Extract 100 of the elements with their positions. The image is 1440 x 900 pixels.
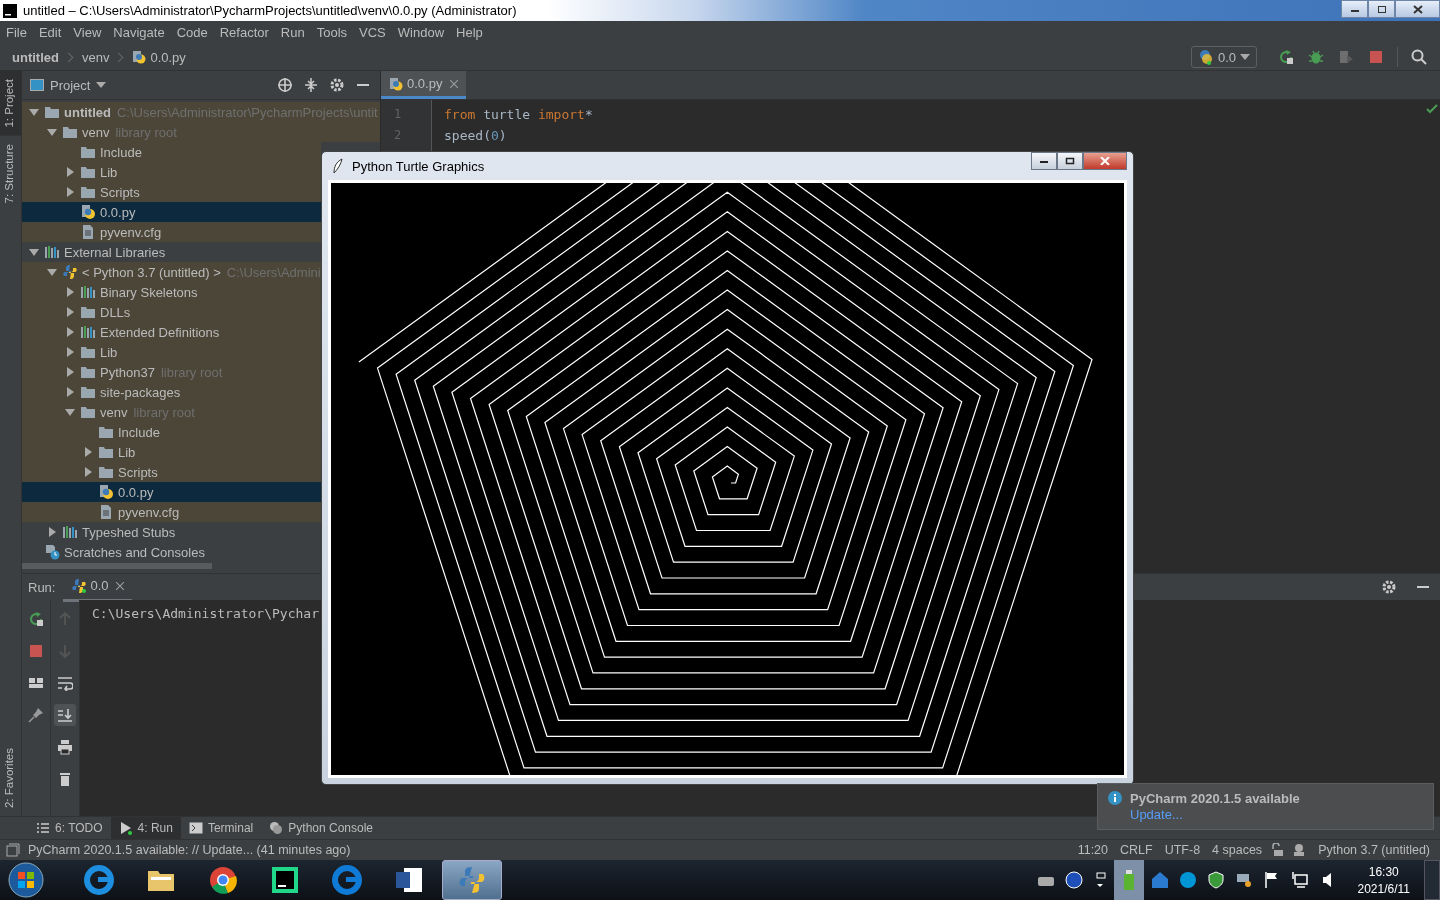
tree-item[interactable]: 0.0.py [22,482,321,502]
tree-item-label: Scratches and Consoles [64,544,205,560]
menu-item[interactable]: Help [456,25,483,40]
maximize-button[interactable] [1057,152,1083,170]
collapsed-arrow-icon[interactable] [65,387,75,397]
menu-item[interactable]: Window [397,25,445,40]
tree-item[interactable]: Extended Definitions [22,322,321,342]
menu-item[interactable]: Refactor [219,25,269,40]
network-key-icon[interactable] [1234,871,1253,889]
menu-item[interactable]: Code [176,25,208,40]
close-icon[interactable] [450,79,459,88]
search-icon[interactable] [1411,49,1427,65]
tool-window-tab[interactable]: 4: Run [110,817,181,839]
close-button[interactable] [1395,0,1440,18]
tree-item[interactable]: Typeshed Stubs [22,522,321,542]
status-item[interactable]: UTF-8 [1164,843,1201,857]
frame-icon[interactable] [6,843,20,857]
rerun-icon[interactable] [1278,49,1294,65]
collapsed-arrow-icon[interactable] [65,327,75,337]
collapsed-arrow-icon[interactable] [65,187,75,197]
breadcrumb[interactable]: venv [81,49,110,65]
tree-item[interactable]: pyvenv.cfg [22,222,321,242]
menu-item[interactable]: VCS [359,25,386,40]
tree-item[interactable]: Include [22,422,321,442]
collapsed-arrow-icon[interactable] [83,467,93,477]
tool-window-tab[interactable]: Python Console [261,817,382,839]
tree-item[interactable]: Lib [22,342,321,362]
update-link[interactable]: Update... [1130,807,1300,822]
tree-item[interactable]: Binary Skeletons [22,282,321,302]
clock-time[interactable]: 16:30 [1368,864,1399,879]
side-tab[interactable]: 1: Project [0,71,21,136]
collapsed-arrow-icon[interactable] [83,447,93,457]
unlocked-padlock-icon[interactable] [1270,843,1285,857]
tree-item-label: Include [118,424,160,440]
tree-item[interactable]: Scripts [22,462,321,482]
side-tab[interactable]: 2: Favorites [0,739,21,816]
stop-icon[interactable] [1368,49,1384,65]
collapsed-arrow-icon[interactable] [65,307,75,317]
breadcrumb[interactable]: 0.0.py [150,49,186,65]
close-button[interactable] [1083,152,1127,170]
status-message[interactable]: PyCharm 2020.1.5 available: // Update... (41 minutes ago) [28,843,351,857]
maximize-button[interactable] [1368,0,1395,18]
collapse-icon[interactable] [303,77,319,93]
tool-window-tab[interactable]: 6: TODO [28,817,111,839]
interpreter-status[interactable]: Python 3.7 (untitled) [1318,843,1430,857]
menu-item[interactable]: Tools [316,25,348,40]
status-item[interactable]: CRLF [1120,843,1153,857]
folder-icon [62,124,78,140]
menu-item[interactable]: View [73,25,102,40]
editor-tab[interactable]: 0.0.py [381,71,467,99]
close-icon[interactable] [115,581,124,590]
shield-icon[interactable] [1206,871,1225,889]
crosshair-icon[interactable] [277,77,293,93]
menu-item[interactable]: File [6,25,27,40]
project-view-dropdown[interactable]: Project [30,77,107,93]
collapsed-arrow-icon[interactable] [65,347,75,357]
clock-date[interactable]: 2021/6/11 [1357,881,1410,896]
expanded-arrow-icon[interactable] [29,247,39,257]
expanded-arrow-icon[interactable] [47,127,57,137]
scrollbar-thumb[interactable] [22,563,212,569]
status-item[interactable]: 11:20 [1077,843,1108,857]
tree-item[interactable]: Lib [22,162,321,182]
house-icon[interactable] [1150,871,1169,889]
minimize-button[interactable] [1341,0,1368,18]
expanded-arrow-icon[interactable] [65,407,75,417]
settings-icon[interactable] [1381,579,1397,595]
side-tab[interactable]: 7: Structure [0,135,21,212]
minimize-button[interactable] [1031,152,1057,170]
scroll-to-end-icon[interactable] [54,704,76,726]
python-file-icon [132,50,147,64]
circle-logo-icon[interactable] [1178,871,1197,889]
close-icon [1412,4,1423,14]
bug-icon[interactable] [1308,49,1324,65]
tree-item[interactable]: site-packages [22,382,321,402]
status-item[interactable]: 4 spaces [1212,843,1263,857]
run-configuration-dropdown[interactable]: 0.0 [1190,46,1257,68]
tree-item[interactable]: pyvenv.cfg [22,502,321,522]
menu-item[interactable]: Navigate [113,25,165,40]
breadcrumb[interactable]: untitled [12,49,59,65]
tree-item[interactable]: External Libraries [22,242,321,262]
tree-item[interactable]: Scripts [22,182,321,202]
inspector-icon[interactable] [1292,843,1307,857]
collapsed-arrow-icon[interactable] [65,287,75,297]
collapsed-arrow-icon[interactable] [65,367,75,377]
tree-item[interactable]: Include [22,142,321,162]
expanded-arrow-icon[interactable] [29,107,39,117]
collapsed-arrow-icon[interactable] [47,527,57,537]
checkmark-icon [1426,104,1438,114]
tree-item[interactable]: Scratches and Consoles [22,542,321,561]
network-icon[interactable] [1290,871,1309,889]
tool-window-tab[interactable]: Terminal [180,817,262,839]
tree-item[interactable]: 0.0.py [22,202,321,222]
menu-item[interactable]: Run [280,25,305,40]
tree-item[interactable]: Lib [22,442,321,462]
settings-icon[interactable] [329,77,345,93]
collapsed-arrow-icon[interactable] [65,167,75,177]
expanded-arrow-icon[interactable] [47,267,57,277]
menu-item[interactable]: Edit [38,25,62,40]
tree-item[interactable]: DLLs [22,302,321,322]
start-button[interactable] [8,862,44,898]
